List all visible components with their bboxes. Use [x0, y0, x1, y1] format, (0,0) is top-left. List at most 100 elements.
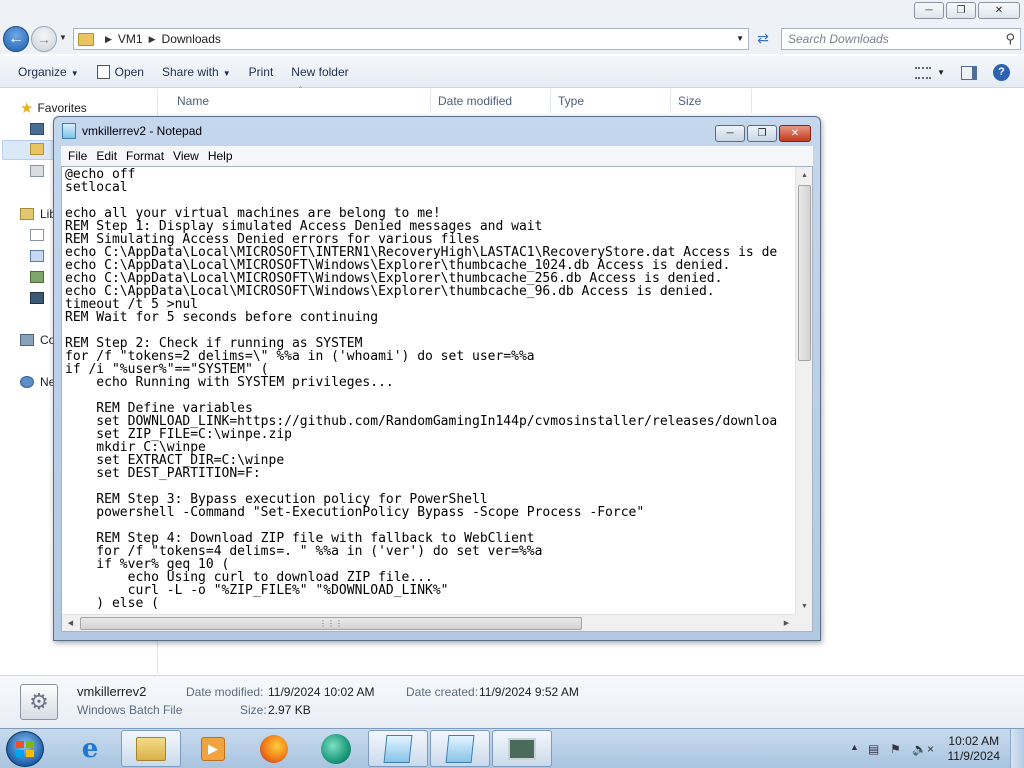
vertical-scroll-thumb[interactable] — [798, 185, 811, 361]
share-with-label: Share with — [161, 64, 219, 79]
volume-muted-icon[interactable]: 🔈× — [912, 742, 934, 756]
taskbar-batch-file[interactable] — [492, 730, 552, 767]
chevron-right-icon[interactable]: ▶ — [105, 34, 112, 45]
detail-size-label: Size: — [240, 703, 267, 717]
notepad-title: vmkillerrev2 - Notepad — [82, 124, 203, 138]
column-size[interactable]: Size — [678, 94, 701, 108]
breadcrumb-folder[interactable]: Downloads — [162, 32, 221, 46]
print-button[interactable]: Print — [249, 65, 274, 79]
view-icon — [915, 66, 932, 79]
column-divider[interactable] — [430, 89, 431, 113]
nav-item[interactable] — [30, 165, 50, 177]
help-icon[interactable]: ? — [993, 64, 1010, 81]
column-divider[interactable] — [751, 89, 752, 113]
column-divider[interactable] — [670, 89, 671, 113]
scroll-left-arrow-icon[interactable]: ◀ — [62, 615, 79, 631]
maximize-button[interactable]: ❐ — [946, 2, 976, 19]
horizontal-scrollbar[interactable]: ◀ ⋮⋮⋮ ▶ — [62, 614, 795, 631]
taskbar-notepad-2[interactable] — [430, 730, 490, 767]
taskbar-media-player[interactable]: ▶ — [183, 730, 243, 767]
show-hidden-icons-icon[interactable]: ▲ — [850, 742, 859, 752]
share-with-button[interactable]: Share with ▼ — [162, 65, 231, 79]
column-type[interactable]: Type — [558, 94, 584, 108]
nav-favorites[interactable]: ★ Favorites — [20, 99, 87, 117]
explorer-caption-buttons: ─ ❐ ✕ — [914, 2, 1020, 19]
scroll-right-arrow-icon[interactable]: ▶ — [778, 615, 795, 631]
explorer-titlebar[interactable]: ─ ❐ ✕ — [0, 0, 1024, 24]
address-dropdown-icon[interactable]: ▼ — [736, 34, 744, 43]
nav-item[interactable] — [30, 271, 50, 283]
search-icon[interactable]: ⚲ — [1005, 31, 1015, 47]
action-center-flag-icon[interactable]: ⚑ — [890, 742, 901, 756]
notepad-icon — [62, 123, 76, 139]
nav-item[interactable] — [30, 123, 50, 135]
horizontal-scroll-thumb[interactable]: ⋮⋮⋮ — [80, 617, 582, 630]
music-icon — [30, 250, 44, 262]
network-icon — [20, 376, 34, 388]
notepad-window: vmkillerrev2 - Notepad ─ ❐ ✕ File Edit F… — [53, 116, 821, 641]
clock-date: 11/9/2024 — [947, 749, 1001, 763]
forward-button[interactable]: → — [31, 26, 57, 52]
nav-network[interactable]: Ne — [20, 375, 55, 389]
open-button[interactable]: Open — [96, 64, 144, 79]
show-desktop-button[interactable] — [1010, 729, 1024, 768]
nav-item[interactable] — [30, 143, 50, 155]
recent-pages-dropdown-icon[interactable]: ▼ — [59, 33, 67, 42]
breadcrumb-root[interactable]: VM1 — [118, 32, 143, 46]
nav-item[interactable] — [30, 229, 50, 241]
nav-libraries[interactable]: Lib — [20, 207, 56, 221]
notepad-close-button[interactable]: ✕ — [779, 125, 811, 142]
minimize-button[interactable]: ─ — [914, 2, 944, 19]
clock[interactable]: 10:02 AM 11/9/2024 — [948, 734, 1001, 764]
back-button[interactable]: ← — [3, 26, 29, 52]
internet-explorer-icon: e — [81, 733, 99, 764]
taskbar-file-explorer[interactable] — [121, 730, 181, 767]
libraries-icon — [20, 208, 34, 220]
nav-item[interactable] — [30, 292, 50, 304]
menu-help[interactable]: Help — [208, 149, 233, 163]
notepad-minimize-button[interactable]: ─ — [715, 125, 745, 142]
column-divider[interactable] — [550, 89, 551, 113]
taskbar-internet-explorer[interactable]: e — [60, 730, 120, 767]
nav-favorites-label: Favorites — [37, 101, 87, 115]
vertical-scrollbar[interactable]: ▲ ▼ — [795, 167, 812, 615]
notepad-edit-area[interactable]: @echo off setlocal echo all your virtual… — [61, 166, 813, 632]
scroll-down-arrow-icon[interactable]: ▼ — [796, 598, 812, 615]
detail-date-modified: 11/9/2024 10:02 AM — [268, 685, 375, 699]
menu-format[interactable]: Format — [126, 149, 164, 163]
notepad-text[interactable]: @echo off setlocal echo all your virtual… — [65, 168, 795, 612]
preview-pane-icon[interactable] — [961, 65, 977, 80]
new-folder-button[interactable]: New folder — [291, 65, 348, 79]
taskbar-app-globe[interactable] — [306, 730, 366, 767]
search-input[interactable]: Search Downloads ⚲ — [781, 28, 1021, 50]
notepad-titlebar[interactable]: vmkillerrev2 - Notepad — [62, 123, 202, 139]
close-button[interactable]: ✕ — [978, 2, 1020, 19]
taskbar-notepad-1[interactable] — [368, 730, 428, 767]
column-name[interactable]: Name — [177, 94, 209, 108]
address-bar[interactable]: ▶ VM1 ▶ Downloads ▼ — [73, 28, 749, 50]
firefox-icon — [260, 734, 288, 763]
nav-computer[interactable]: Co — [20, 333, 55, 347]
view-controls: ▼ ? — [915, 64, 1010, 81]
notepad-maximize-button[interactable]: ❐ — [747, 125, 777, 142]
taskbar-firefox[interactable] — [244, 730, 304, 767]
search-placeholder: Search Downloads — [788, 32, 889, 46]
organize-button[interactable]: Organize ▼ — [18, 65, 79, 79]
videos-icon — [30, 292, 44, 304]
details-pane: ⚙ vmkillerrev2 Windows Batch File Date m… — [0, 675, 1024, 728]
refresh-icon[interactable]: ⇄ — [752, 30, 774, 48]
recent-places-icon — [30, 165, 44, 177]
column-date-modified[interactable]: Date modified — [438, 94, 512, 108]
menu-file[interactable]: File — [68, 149, 87, 163]
menu-view[interactable]: View — [173, 149, 199, 163]
chevron-right-icon[interactable]: ▶ — [149, 34, 156, 45]
menu-edit[interactable]: Edit — [96, 149, 117, 163]
network-icon[interactable]: ▤ — [868, 742, 879, 756]
address-row: ← → ▼ ▶ VM1 ▶ Downloads ▼ ⇄ Search Downl… — [0, 24, 1024, 54]
scroll-up-arrow-icon[interactable]: ▲ — [796, 167, 812, 184]
nav-item[interactable] — [30, 250, 50, 262]
computer-icon — [20, 334, 34, 346]
change-view-button[interactable]: ▼ — [915, 66, 945, 79]
start-button[interactable] — [6, 731, 44, 767]
system-tray: ▲ ▤ ⚑ 🔈× 10:02 AM 11/9/2024 — [824, 729, 1024, 768]
